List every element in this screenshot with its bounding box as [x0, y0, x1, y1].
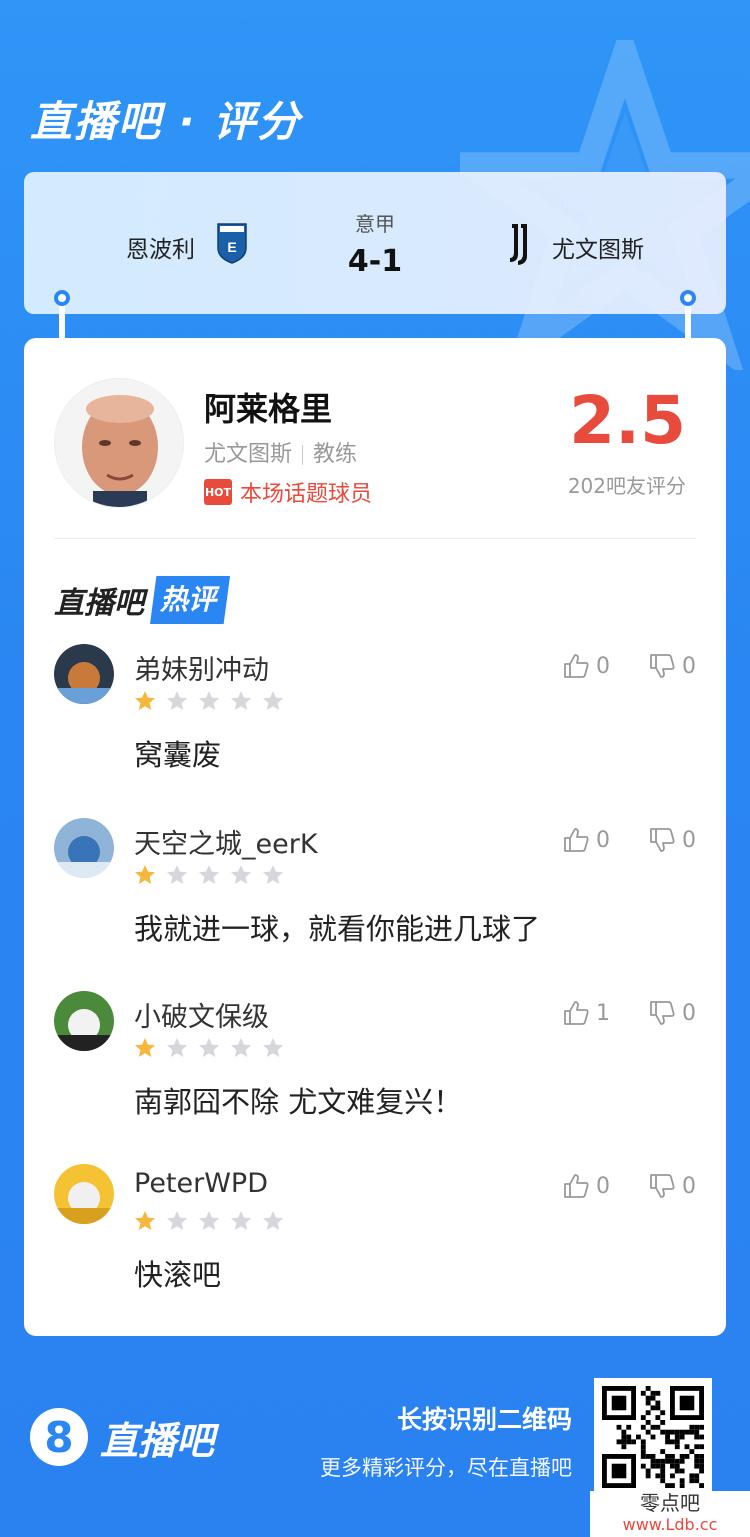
rating-card: 阿莱格里 尤文图斯 教练 HOT 本场话题球员 2.5 202吧友评分 直播吧 热…: [24, 338, 726, 1336]
coach-meta: 尤文图斯 教练: [204, 436, 357, 468]
dislike-count: 0: [682, 653, 696, 679]
watermark-line1: 零点吧: [640, 1491, 700, 1515]
hot-label: 本场话题球员: [240, 482, 373, 507]
qr-prompt-title: 长按识别二维码: [396, 1405, 572, 1434]
like-button[interactable]: 0: [562, 652, 610, 680]
coach-role: 教练: [313, 442, 358, 467]
like-count: 0: [596, 1173, 610, 1199]
star-icon: [167, 1211, 187, 1230]
star-icon: [263, 1211, 283, 1230]
comment-text: 我就进一球，就看你能进几球了: [134, 912, 541, 946]
coach-name: 阿莱格里: [204, 390, 333, 428]
thumb-down-icon: [650, 1174, 675, 1198]
dislike-count: 0: [682, 1173, 696, 1199]
hot-title-prefix: 直播吧: [54, 586, 144, 621]
like-count: 1: [596, 1000, 610, 1026]
away-team-name: 尤文图斯: [552, 237, 644, 263]
coach-team: 尤文图斯: [204, 442, 293, 467]
comment-item: 小破文保级 南郭囧不除 尤文难复兴！ 1 0: [54, 991, 696, 1141]
star-icon: [199, 1038, 219, 1057]
thumb-down-icon: [650, 1001, 675, 1025]
star-icon: [167, 691, 187, 710]
like-button[interactable]: 0: [562, 826, 610, 854]
dislike-button[interactable]: 0: [648, 826, 696, 854]
dislike-button[interactable]: 0: [648, 1172, 696, 1200]
brand-logo-icon: 8: [30, 1408, 88, 1466]
star-icon: [263, 865, 283, 884]
comment-text: 南郭囧不除 尤文难复兴！: [134, 1085, 463, 1119]
comment-username[interactable]: 小破文保级: [134, 995, 269, 1034]
qr-code[interactable]: [594, 1378, 712, 1496]
brand-name: 直播吧: [100, 1418, 215, 1463]
comment-star-rating: [134, 1210, 284, 1232]
star-icon: [167, 1038, 187, 1057]
comment-text: 快滚吧: [134, 1258, 222, 1292]
juventus-logo-icon: [510, 224, 527, 265]
qr-prompt-subtitle: 更多精彩评分，尽在直播吧: [320, 1456, 572, 1480]
star-icon: [135, 1038, 155, 1057]
star-icon: [199, 865, 219, 884]
star-icon: [231, 1211, 251, 1230]
star-icon: [135, 865, 155, 884]
hot-badge-icon: HOT: [204, 479, 232, 505]
star-icon: [263, 1038, 283, 1057]
star-icon: [135, 1211, 155, 1230]
comment-item: PeterWPD 快滚吧 0 0: [54, 1164, 696, 1314]
thumb-down-icon: [650, 654, 675, 678]
separator: [302, 445, 304, 465]
rating-count-label: 202吧友评分: [567, 474, 686, 498]
thumb-up-icon: [564, 1001, 589, 1025]
star-icon: [263, 691, 283, 710]
like-count: 0: [596, 653, 610, 679]
star-icon: [135, 691, 155, 710]
rating-score: 2.5: [569, 382, 686, 459]
star-icon: [231, 1038, 251, 1057]
comment-star-rating: [134, 1037, 284, 1059]
comment-item: 弟妹别冲动 窝囊废 0 0: [54, 644, 696, 794]
page-title: 直播吧 · 评分: [30, 97, 302, 146]
star-icon: [231, 691, 251, 710]
dislike-count: 0: [682, 827, 696, 853]
user-avatar[interactable]: [54, 818, 114, 878]
connector-dot: [680, 290, 696, 306]
hot-title-tag: 热评: [150, 576, 231, 624]
user-avatar[interactable]: [54, 644, 114, 704]
like-button[interactable]: 0: [562, 1172, 610, 1200]
qr-code-icon: [602, 1386, 704, 1488]
like-button[interactable]: 1: [562, 999, 610, 1027]
user-avatar[interactable]: [54, 991, 114, 1051]
qr-prompt: 长按识别二维码 更多精彩评分，尽在直播吧: [320, 1400, 572, 1482]
thumb-down-icon: [650, 828, 675, 852]
comment-username[interactable]: 天空之城_eerK: [134, 822, 318, 861]
thumb-up-icon: [564, 828, 589, 852]
dislike-button[interactable]: 0: [648, 652, 696, 680]
thumb-up-icon: [564, 1174, 589, 1198]
comment-star-rating: [134, 690, 284, 712]
watermark: 零点吧 www.Ldb.cc: [590, 1491, 750, 1537]
connector-dot: [54, 290, 70, 306]
comment-text: 窝囊废: [134, 738, 222, 772]
star-icon: [167, 865, 187, 884]
like-count: 0: [596, 827, 610, 853]
star-icon: [199, 691, 219, 710]
comment-star-rating: [134, 864, 284, 886]
divider: [54, 538, 696, 539]
comment-username[interactable]: PeterWPD: [134, 1168, 268, 1199]
dislike-count: 0: [682, 1000, 696, 1026]
comment-username[interactable]: 弟妹别冲动: [134, 648, 269, 687]
star-icon: [199, 1211, 219, 1230]
coach-avatar: [54, 378, 184, 508]
dislike-button[interactable]: 0: [648, 999, 696, 1027]
watermark-line2: www.Ldb.cc: [622, 1515, 718, 1534]
match-card: 恩波利 E 意甲 4-1 尤文图斯: [24, 172, 726, 314]
comment-item: 天空之城_eerK 我就进一球，就看你能进几球了 0 0: [54, 818, 696, 968]
hot-player-tag: HOT 本场话题球员: [204, 476, 372, 508]
footer-brand: 8 直播吧: [30, 1408, 214, 1466]
user-avatar[interactable]: [54, 1164, 114, 1224]
star-icon: [231, 865, 251, 884]
coach-face-icon: [82, 395, 158, 507]
hot-comments-title: 直播吧 热评: [54, 576, 231, 624]
thumb-up-icon: [564, 654, 589, 678]
